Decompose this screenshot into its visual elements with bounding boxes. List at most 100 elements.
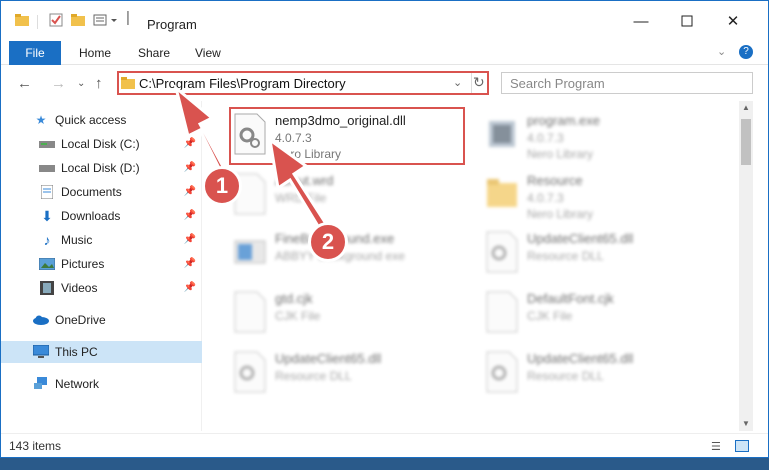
address-bar[interactable]: C:\Program Files\Program Directory ⌄ ↻ xyxy=(117,71,489,95)
step-badge-2: 2 xyxy=(308,222,348,262)
drive-icon xyxy=(39,161,55,175)
search-input[interactable]: Search Program xyxy=(501,72,753,94)
sidebar-item-label: Network xyxy=(55,377,100,391)
back-arrow-icon[interactable]: ← xyxy=(17,75,32,92)
file-item-finebackground[interactable]: FineBackground.exe ABBYY Background exe xyxy=(229,227,469,277)
file-item-defaultfont-cjk[interactable]: DefaultFont.cjk CJK File xyxy=(481,287,721,337)
app-icon xyxy=(489,121,515,147)
file-version: 4.0.7.3 xyxy=(527,191,564,205)
sidebar-item-quick-access[interactable]: ★ Quick access xyxy=(1,109,202,131)
address-path: C:\Program Files\Program Directory xyxy=(139,76,346,91)
sidebar-item-documents[interactable]: Documents 📌 xyxy=(1,181,202,203)
file-item-gtd-cjk[interactable]: gtd.cjk CJK File xyxy=(229,287,469,337)
divider xyxy=(37,15,38,29)
file-type: Resource DLL xyxy=(275,369,352,383)
window-title: Program xyxy=(147,17,197,32)
pin-icon: 📌 xyxy=(183,210,196,221)
sidebar-item-downloads[interactable]: ⬇ Downloads 📌 xyxy=(1,205,202,227)
pictures-icon xyxy=(39,257,55,271)
pin-icon: 📌 xyxy=(183,186,196,197)
file-type: Nero Library xyxy=(527,147,594,161)
gear-file-icon xyxy=(486,231,518,273)
sidebar-item-pictures[interactable]: Pictures 📌 xyxy=(1,253,202,275)
maximize-button[interactable] xyxy=(677,11,697,31)
file-item-updateclient65-2[interactable]: UpdateClient65.dll Resource DLL xyxy=(229,347,469,397)
sidebar-item-videos[interactable]: Videos 📌 xyxy=(1,277,202,299)
gear-file-icon xyxy=(486,351,518,393)
tab-share[interactable]: Share xyxy=(126,41,182,65)
sidebar-item-local-disk-c[interactable]: Local Disk (C:) 📌 xyxy=(1,133,202,155)
pc-icon xyxy=(33,345,49,359)
ribbon: File Home Share View ⌄ ? xyxy=(1,41,768,65)
file-highlight-box xyxy=(229,107,465,165)
file-name: DefaultFont.cjk xyxy=(527,291,614,306)
scroll-up-icon[interactable]: ▲ xyxy=(742,103,750,112)
tab-home[interactable]: Home xyxy=(67,41,123,65)
navigation-pane: ★ Quick access Local Disk (C:) 📌 Local D… xyxy=(1,101,202,431)
sidebar-item-label: Local Disk (C:) xyxy=(61,137,140,151)
network-icon xyxy=(33,377,49,391)
scroll-thumb[interactable] xyxy=(741,119,751,165)
sidebar-item-this-pc[interactable]: This PC xyxy=(1,341,202,363)
file-type: CJK File xyxy=(275,309,321,323)
sidebar-item-label: Documents xyxy=(61,185,122,199)
sidebar-item-label: Videos xyxy=(61,281,98,295)
help-icon[interactable]: ? xyxy=(739,45,753,59)
file-name: UpdateClient65.dll xyxy=(527,231,634,246)
sidebar-item-label: Local Disk (D:) xyxy=(61,161,140,175)
tab-view[interactable]: View xyxy=(183,41,233,65)
folder-icon xyxy=(487,179,517,207)
file-item-updateclient65-3[interactable]: UpdateClient65.dll Resource DLL xyxy=(481,347,721,397)
file-item-about-wrd[interactable]: About.wrd WRD File xyxy=(229,169,469,219)
titlebar-separator: | xyxy=(126,9,130,26)
pin-icon: 📌 xyxy=(183,138,196,149)
tiles-view-icon[interactable] xyxy=(735,440,749,452)
file-name: gtd.cjk xyxy=(275,291,313,306)
expand-ribbon-icon[interactable]: ⌄ xyxy=(717,45,726,58)
file-name: UpdateClient65.dll xyxy=(275,351,382,366)
file-item-program-exe[interactable]: program.exe 4.0.7.3 Nero Library xyxy=(481,109,721,161)
drive-icon xyxy=(39,137,55,151)
gear-file-icon xyxy=(234,351,266,393)
minimize-button[interactable]: — xyxy=(631,11,651,31)
sidebar-item-label: OneDrive xyxy=(55,313,106,327)
file-name: Resource xyxy=(527,173,583,188)
vertical-scrollbar[interactable]: ▲ ▼ xyxy=(739,101,753,431)
sidebar-item-label: Downloads xyxy=(61,209,121,223)
pin-icon: 📌 xyxy=(183,234,196,245)
file-icon xyxy=(486,291,518,333)
download-icon: ⬇ xyxy=(41,207,53,224)
file-icon xyxy=(234,291,266,333)
file-item-resource[interactable]: Resource 4.0.7.3 Nero Library xyxy=(481,169,721,221)
item-count: 143 items xyxy=(9,439,62,453)
app-icon xyxy=(234,240,266,264)
pin-icon: 📌 xyxy=(183,258,196,269)
properties-icon[interactable] xyxy=(49,13,63,27)
file-type: Nero Library xyxy=(527,207,594,221)
step-badge-1: 1 xyxy=(202,166,242,206)
details-view-icon[interactable]: ☰ xyxy=(711,440,721,453)
file-type: WRD File xyxy=(275,191,327,205)
refresh-icon[interactable]: ↻ xyxy=(473,74,485,91)
file-item-updateclient65-1[interactable]: UpdateClient65.dll Resource DLL xyxy=(481,227,721,277)
file-version: 4.0.7.3 xyxy=(527,131,564,145)
sidebar-item-label: Quick access xyxy=(55,113,127,127)
tab-file[interactable]: File xyxy=(9,41,61,65)
forward-arrow-icon[interactable]: → xyxy=(51,75,66,92)
sidebar-item-music[interactable]: ♪ Music 📌 xyxy=(1,229,202,251)
new-folder-icon[interactable] xyxy=(71,13,85,27)
customize-toolbar-icon[interactable] xyxy=(93,13,121,27)
close-button[interactable]: ✕ xyxy=(723,11,743,31)
file-name: UpdateClient65.dll xyxy=(527,351,634,366)
address-dropdown-icon[interactable]: ⌄ xyxy=(453,76,462,89)
scroll-down-icon[interactable]: ▼ xyxy=(742,419,750,428)
sidebar-item-onedrive[interactable]: OneDrive xyxy=(1,309,202,331)
up-arrow-icon[interactable]: ↑ xyxy=(95,75,103,92)
cloud-icon xyxy=(33,313,49,327)
divider xyxy=(471,73,472,93)
recent-locations-icon[interactable]: ⌄ xyxy=(77,78,85,89)
sidebar-item-network[interactable]: Network xyxy=(1,373,202,395)
music-icon: ♪ xyxy=(43,232,51,248)
sidebar-item-local-disk-d[interactable]: Local Disk (D:) 📌 xyxy=(1,157,202,179)
pin-icon: 📌 xyxy=(183,282,196,293)
